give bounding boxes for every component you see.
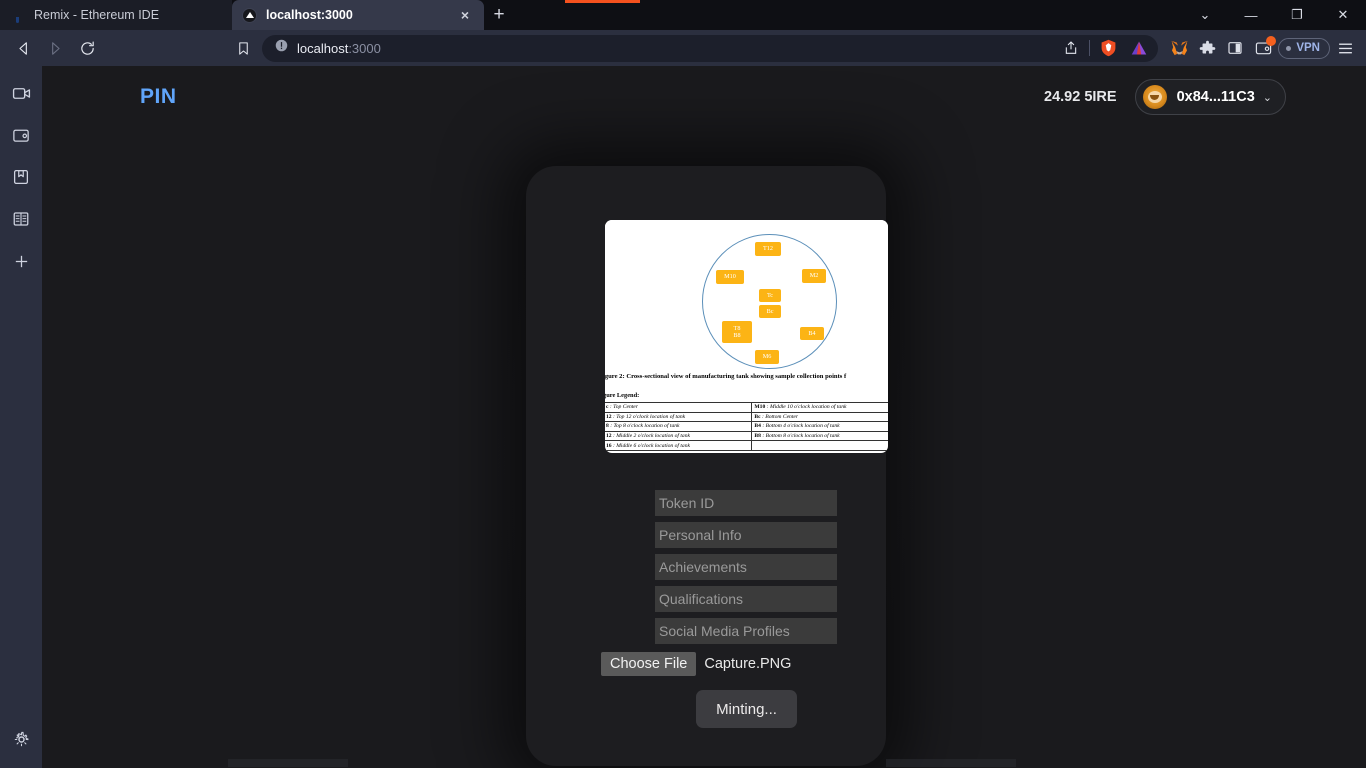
legend-title: gure Legend: — [605, 392, 640, 399]
nextjs-triangle-icon — [242, 7, 257, 23]
vpn-toggle-button[interactable]: VPN — [1278, 37, 1330, 59]
legend-cell — [751, 440, 888, 451]
tank-sample-point: T8 B8 — [722, 321, 752, 343]
file-upload-row: Choose File Capture.PNG — [601, 652, 791, 676]
mint-form — [655, 490, 837, 650]
choose-file-button[interactable]: Choose File — [601, 652, 697, 676]
vpn-status-dot — [1286, 45, 1292, 51]
tank-sample-point: M10 — [716, 270, 744, 284]
address-bar[interactable]: localhost:3000 — [262, 34, 1159, 62]
minimize-button[interactable]: — — [1228, 0, 1274, 30]
browser-tab-localhost[interactable]: localhost:3000 × — [232, 0, 484, 30]
selected-file-name: Capture.PNG — [704, 656, 792, 672]
remix-globe-icon — [10, 8, 25, 23]
achievements-input[interactable] — [655, 554, 837, 580]
url-host: localhost:3000 — [297, 40, 381, 56]
vpn-label: VPN — [1296, 42, 1320, 54]
brave-news-icon[interactable] — [6, 204, 36, 234]
chevron-down-icon[interactable]: ⌄ — [1182, 0, 1228, 30]
tab-close-button[interactable]: × — [456, 6, 474, 24]
legend-cell: B4 : Bottom 4 o'clock location of tank — [751, 421, 888, 432]
app-header: PIN 24.92 5IRE 0x84...11C3 ⌄ — [42, 66, 1366, 128]
web-page-content: PIN 24.92 5IRE 0x84...11C3 ⌄ T12 M10 M2 Tc B… — [42, 66, 1366, 768]
settings-gear-icon[interactable] — [6, 724, 36, 754]
extensions-puzzle-icon[interactable] — [1194, 35, 1220, 61]
legend-cell: 8 : Top 8 o'clock location of tank — [605, 421, 753, 432]
tank-sample-point: M2 — [802, 269, 826, 283]
reload-icon[interactable] — [72, 34, 102, 62]
forward-icon — [40, 34, 70, 62]
avatar — [1142, 85, 1167, 109]
leo-ai-icon[interactable] — [1126, 35, 1152, 61]
token-id-input[interactable] — [655, 490, 837, 516]
app-logo[interactable]: PIN — [140, 85, 177, 109]
tab-title: Remix - Ethereum IDE — [34, 8, 160, 22]
not-secure-icon[interactable] — [274, 38, 289, 58]
wallet-notification-badge — [1266, 36, 1277, 46]
social-media-profiles-input[interactable] — [655, 618, 837, 644]
back-icon[interactable] — [8, 34, 38, 62]
wallet-area: 24.92 5IRE 0x84...11C3 ⌄ — [1044, 79, 1286, 115]
image-preview: T12 M10 M2 Tc Bc T8 B8 B4 M6 igure 2: Cross-sect… — [605, 220, 888, 453]
wallet-address-button[interactable]: 0x84...11C3 ⌄ — [1134, 79, 1286, 115]
legend-cell: 12 : Top 12 o'clock location of tank — [605, 411, 753, 423]
qualifications-input[interactable] — [655, 586, 837, 612]
personal-info-input[interactable] — [655, 522, 837, 548]
maximize-button[interactable]: ❐ — [1274, 0, 1320, 30]
mint-submit-button[interactable]: Minting... — [696, 690, 797, 728]
page-bottom-artifact-left — [228, 759, 348, 767]
tank-sample-point: B4 — [800, 327, 824, 340]
window-controls: ⌄ — ❐ ✕ — [1182, 0, 1366, 30]
legend-table: c : Top Center M10 : Middle 10 o'clock lo… — [605, 402, 888, 451]
legend-cell: 16 : Middle 6 o'clock location of tank — [605, 440, 753, 451]
legend-cell: Bc : Bottom Center — [751, 411, 888, 423]
legend-cell: c : Top Center — [605, 402, 753, 413]
legend-cell: B8 : Bottom 8 o'clock location of tank — [751, 430, 888, 442]
figure-caption: igure 2: Cross-sectional view of manufac… — [605, 373, 847, 380]
page-load-progress-bar — [565, 0, 640, 3]
tank-sample-point: T12 — [755, 242, 781, 256]
bookmark-icon[interactable] — [228, 34, 258, 62]
tank-sample-point: M6 — [755, 350, 779, 364]
sidebar-toggle-icon[interactable] — [1222, 35, 1248, 61]
tab-title: localhost:3000 — [266, 8, 353, 22]
app-menu-icon[interactable] — [1332, 35, 1358, 61]
brave-shields-icon[interactable] — [1095, 35, 1121, 61]
bookmarks-icon[interactable] — [6, 162, 36, 192]
browser-toolbar: localhost:3000 VPN — [0, 30, 1366, 66]
browser-tab-remix[interactable]: Remix - Ethereum IDE — [0, 0, 232, 30]
tank-diagram: T12 M10 M2 Tc Bc T8 B8 B4 M6 igure 2: Cross-sect… — [605, 220, 888, 451]
metamask-fox-icon[interactable] — [1166, 35, 1192, 61]
chevron-down-icon: ⌄ — [1262, 91, 1272, 104]
legend-cell: M10 : Middle 10 o'clock location of tank — [751, 402, 888, 413]
tank-sample-point: Bc — [759, 305, 781, 318]
wallet-balance: 24.92 5IRE — [1044, 89, 1117, 105]
sidebar-wallet-icon[interactable] — [6, 120, 36, 150]
new-tab-button[interactable]: + — [484, 0, 514, 30]
brave-talk-icon[interactable] — [6, 78, 36, 108]
share-icon[interactable] — [1058, 35, 1084, 61]
legend-row: 12 : Middle 2 o'clock location of tank B8… — [605, 430, 888, 442]
wallet-address: 0x84...11C3 — [1176, 89, 1255, 105]
legend-cell: 12 : Middle 2 o'clock location of tank — [605, 430, 753, 442]
close-window-button[interactable]: ✕ — [1320, 0, 1366, 30]
browser-sidebar — [0, 66, 42, 768]
legend-row: c : Top Center M10 : Middle 10 o'clock lo… — [605, 402, 888, 413]
tank-sample-point: Tc — [759, 289, 781, 302]
legend-row: 8 : Top 8 o'clock location of tank B4 : B… — [605, 421, 888, 432]
legend-row: 12 : Top 12 o'clock location of tank Bc :… — [605, 411, 888, 423]
add-panel-icon[interactable] — [6, 246, 36, 276]
legend-row: 16 : Middle 6 o'clock location of tank — [605, 440, 888, 451]
page-bottom-artifact-right — [886, 759, 1016, 767]
brave-wallet-icon[interactable] — [1250, 35, 1277, 61]
toolbar-divider — [1089, 40, 1091, 56]
browser-title-bar: Remix - Ethereum IDE localhost:3000 × + … — [0, 0, 1366, 30]
